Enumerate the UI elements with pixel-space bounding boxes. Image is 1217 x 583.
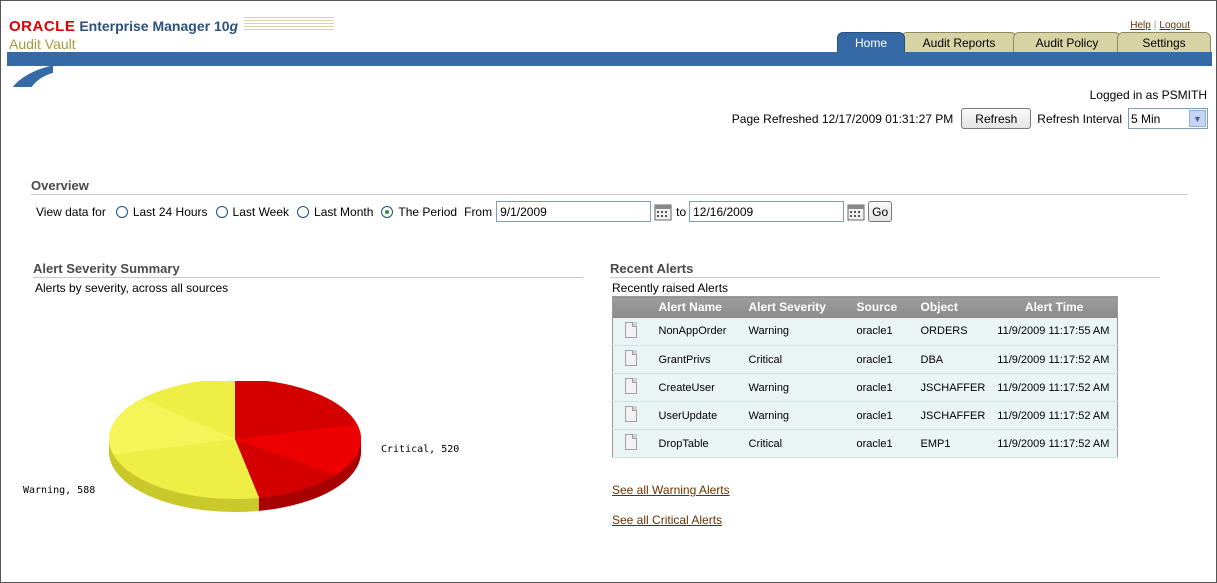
pie-label-warning: Warning, 588 xyxy=(23,485,96,496)
refresh-interval-label: Refresh Interval xyxy=(1037,111,1122,126)
refresh-interval-value: 5 Min xyxy=(1131,111,1161,126)
overview-filter-row: View data for Last 24 Hours Last Week La… xyxy=(36,201,893,222)
radio-label-last-week: Last Week xyxy=(232,204,290,219)
source-cell: oracle1 xyxy=(850,429,915,458)
from-date-input[interactable]: 9/1/2009 xyxy=(496,201,652,222)
table-row[interactable]: CreateUser Warning oracle1 JSCHAFFER 11/… xyxy=(612,373,1118,402)
recent-alerts-header: Recent Alerts xyxy=(610,261,1160,278)
radio-last-week[interactable] xyxy=(215,205,228,218)
brand-stripes-decoration xyxy=(244,17,335,31)
alert-time-cell: 11/9/2009 11:17:52 AM xyxy=(991,345,1118,374)
global-links: Help | Logout xyxy=(1130,20,1190,31)
radio-last-24-hours[interactable] xyxy=(115,205,128,218)
alert-severity-cell: Critical xyxy=(742,345,851,374)
column-header-alert-time: Alert Time xyxy=(991,296,1118,318)
see-all-warning-alerts-link[interactable]: See all Warning Alerts xyxy=(612,483,730,497)
table-row[interactable]: GrantPrivs Critical oracle1 DBA 11/9/200… xyxy=(612,345,1118,374)
see-all-critical-alerts-link[interactable]: See all Critical Alerts xyxy=(612,513,722,527)
alert-name-cell: UserUpdate xyxy=(652,401,743,430)
source-cell: oracle1 xyxy=(850,345,915,374)
alert-time-cell: 11/9/2009 11:17:52 AM xyxy=(991,373,1118,402)
app-frame: ORACLE Enterprise Manager 10g Audit Vaul… xyxy=(0,0,1217,583)
chevron-down-icon[interactable]: ▼ xyxy=(1189,110,1206,127)
table-header-row: Alert Name Alert Severity Source Object … xyxy=(612,296,1118,318)
to-date-input[interactable]: 12/16/2009 xyxy=(689,201,845,222)
alert-name-cell: DropTable xyxy=(652,429,743,458)
icon-column-header xyxy=(612,296,653,318)
object-cell: JSCHAFFER xyxy=(914,401,992,430)
document-icon[interactable] xyxy=(625,378,637,394)
pie-label-critical: Critical, 520 xyxy=(381,444,460,455)
recent-alerts-subtitle: Recently raised Alerts xyxy=(612,281,729,295)
object-cell: JSCHAFFER xyxy=(914,373,992,402)
recent-alerts-table: Alert Name Alert Severity Source Object … xyxy=(612,296,1118,458)
radio-last-month[interactable] xyxy=(297,205,310,218)
alert-name-cell: NonAppOrder xyxy=(652,317,743,346)
to-date-value: 12/16/2009 xyxy=(693,204,754,219)
refresh-button[interactable]: Refresh xyxy=(961,108,1032,129)
tab-settings[interactable]: Settings xyxy=(1117,32,1211,52)
source-cell: oracle1 xyxy=(850,401,915,430)
source-cell: oracle1 xyxy=(850,373,915,402)
object-cell: ORDERS xyxy=(914,317,992,346)
calendar-icon[interactable] xyxy=(654,203,672,221)
alert-name-cell: CreateUser xyxy=(652,373,743,402)
table-row[interactable]: NonAppOrder Warning oracle1 ORDERS 11/9/… xyxy=(612,317,1118,346)
help-link[interactable]: Help xyxy=(1130,20,1151,31)
refresh-bar: Page Refreshed 12/17/2009 01:31:27 PM Re… xyxy=(732,108,1208,129)
alert-name-cell: GrantPrivs xyxy=(652,345,743,374)
header-band xyxy=(7,52,1212,66)
column-header-source: Source xyxy=(850,296,915,318)
to-label: to xyxy=(676,204,687,219)
alert-time-cell: 11/9/2009 11:17:52 AM xyxy=(991,401,1118,430)
document-icon[interactable] xyxy=(625,321,637,338)
alert-severity-cell: Warning xyxy=(742,317,851,346)
alert-time-cell: 11/9/2009 11:17:55 AM xyxy=(991,317,1118,346)
logged-in-user: Logged in as PSMITH xyxy=(1089,88,1207,102)
alert-severity-cell: Critical xyxy=(742,429,851,458)
header-band-curve xyxy=(7,65,53,87)
from-date-value: 9/1/2009 xyxy=(500,204,547,219)
source-cell: oracle1 xyxy=(850,317,915,346)
logout-link[interactable]: Logout xyxy=(1159,20,1190,31)
oracle-logo: ORACLE xyxy=(9,18,76,35)
column-header-alert-severity: Alert Severity xyxy=(742,296,851,318)
radio-label-last-month: Last Month xyxy=(314,204,374,219)
overview-header: Overview xyxy=(31,178,1188,195)
document-icon[interactable] xyxy=(625,350,637,366)
alert-time-cell: 11/9/2009 11:17:52 AM xyxy=(991,429,1118,458)
product-name: Audit Vault xyxy=(9,36,76,52)
document-icon[interactable] xyxy=(625,434,637,450)
table-row[interactable]: DropTable Critical oracle1 EMP1 11/9/200… xyxy=(612,429,1118,458)
tab-audit-reports[interactable]: Audit Reports xyxy=(901,32,1017,52)
object-cell: DBA xyxy=(914,345,992,374)
go-button[interactable]: Go xyxy=(868,201,893,222)
calendar-icon[interactable] xyxy=(847,203,865,221)
product-suite-name: Enterprise Manager 10g xyxy=(79,18,239,34)
radio-the-period[interactable] xyxy=(381,205,394,218)
radio-label-the-period: The Period xyxy=(398,204,458,219)
tab-home[interactable]: Home xyxy=(837,32,905,52)
document-icon[interactable] xyxy=(625,406,637,422)
refresh-interval-select[interactable]: 5 Min ▼ xyxy=(1128,108,1208,129)
column-header-alert-name: Alert Name xyxy=(652,296,743,318)
table-row[interactable]: UserUpdate Warning oracle1 JSCHAFFER 11/… xyxy=(612,401,1118,430)
page-refreshed-text: Page Refreshed 12/17/2009 01:31:27 PM xyxy=(731,111,954,126)
alert-severity-cell: Warning xyxy=(742,373,851,402)
object-cell: EMP1 xyxy=(914,429,992,458)
column-header-object: Object xyxy=(914,296,992,318)
alert-severity-summary-subtitle: Alerts by severity, across all sources xyxy=(35,281,229,295)
alert-severity-cell: Warning xyxy=(742,401,851,430)
view-data-for-label: View data for xyxy=(36,204,106,219)
branding: ORACLE Enterprise Manager 10g Audit Vaul… xyxy=(9,17,335,52)
tab-audit-policy[interactable]: Audit Policy xyxy=(1013,32,1121,52)
alert-severity-summary-header: Alert Severity Summary xyxy=(33,261,583,278)
main-tabs: Home Audit Reports Audit Policy Settings xyxy=(837,32,1211,52)
from-label: From xyxy=(464,204,493,219)
radio-label-last-24-hours: Last 24 Hours xyxy=(132,204,208,219)
alert-severity-pie-chart xyxy=(108,381,362,512)
